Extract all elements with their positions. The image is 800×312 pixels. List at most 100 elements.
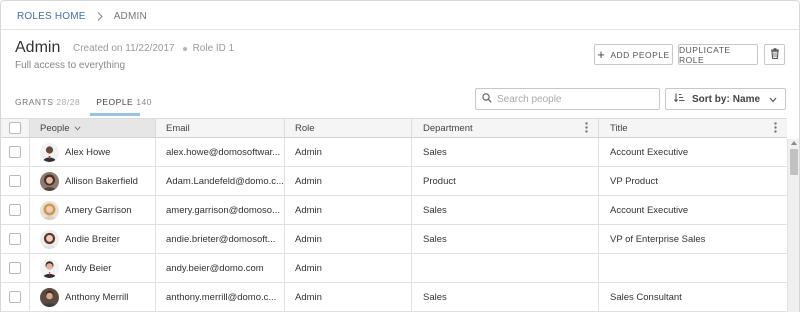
row-checkbox[interactable] <box>9 233 21 245</box>
chevron-right-icon <box>86 11 114 21</box>
role-cell: Admin <box>285 283 412 311</box>
avatar <box>40 200 59 220</box>
role-cell: Admin <box>285 167 412 195</box>
table-row[interactable]: Andie Breiter andie.brieter@domosoft... … <box>1 225 787 254</box>
sort-label: Sort by: <box>692 93 730 105</box>
scroll-up-icon[interactable] <box>791 141 797 145</box>
delete-role-button[interactable] <box>764 44 785 65</box>
active-tab-indicator <box>90 113 140 116</box>
page-title: Admin <box>15 39 61 56</box>
person-cell[interactable]: Amery Garrison <box>30 196 156 224</box>
column-menu-icon[interactable] <box>774 122 777 136</box>
duplicate-role-button[interactable]: DUPLICATE ROLE <box>678 44 758 65</box>
column-header-department[interactable]: Department <box>412 119 599 137</box>
sort-value: Name <box>732 93 761 105</box>
trash-icon <box>770 48 780 61</box>
tab-grants[interactable]: GRANTS 28/28 <box>15 97 80 107</box>
row-checkbox[interactable] <box>9 175 21 187</box>
table-row[interactable]: Andy Beier andy.beier@domo.com Admin <box>1 254 787 283</box>
role-cell: Admin <box>285 254 412 282</box>
table-row[interactable]: Alex Howe alex.howe@domosoftwar... Admin… <box>1 138 787 167</box>
tab-grants-label: GRANTS <box>15 97 54 107</box>
scrollbar-thumb[interactable] <box>790 149 798 175</box>
avatar <box>40 171 59 191</box>
row-checkbox[interactable] <box>9 262 21 274</box>
row-checkbox[interactable] <box>9 291 21 303</box>
row-select-cell <box>1 167 30 195</box>
department-cell: Sales <box>412 283 599 311</box>
person-cell[interactable]: Andy Beier <box>30 254 156 282</box>
email-cell: andy.beier@domo.com <box>156 254 285 282</box>
column-header-people-label: People <box>40 122 70 134</box>
add-people-label: ADD PEOPLE <box>610 49 670 60</box>
row-select-cell <box>1 138 30 166</box>
search-icon <box>482 90 492 108</box>
role-id: Role ID 1 <box>192 43 235 54</box>
department-cell: Product <box>412 167 599 195</box>
column-header-title[interactable]: Title <box>599 119 787 137</box>
column-header-email[interactable]: Email <box>156 119 285 137</box>
person-name: Andy Beier <box>65 262 112 274</box>
column-header-department-label: Department <box>423 122 473 134</box>
select-all-checkbox[interactable] <box>9 122 21 134</box>
title-cell: Account Executive <box>610 204 689 216</box>
avatar <box>40 287 59 307</box>
tab-people[interactable]: PEOPLE 140 <box>96 97 152 107</box>
email-cell: alex.howe@domosoftwar... <box>156 138 285 166</box>
person-name: Anthony Merrill <box>65 291 129 303</box>
email-cell: Adam.Landefeld@domo.c... <box>156 167 285 195</box>
role-cell: Admin <box>285 196 412 224</box>
add-people-button[interactable]: + ADD PEOPLE <box>594 44 673 65</box>
title-cell: Sales Consultant <box>610 291 682 303</box>
tab-bar: GRANTS 28/28 PEOPLE 140 <box>15 97 168 107</box>
email-cell: anthony.merrill@domo.c... <box>156 283 285 311</box>
avatar <box>40 229 59 249</box>
sort-dropdown[interactable]: Sort by: Name <box>665 88 786 110</box>
role-meta: Created on 11/22/2017 Role ID 1 <box>73 43 234 54</box>
vertical-scrollbar[interactable] <box>787 139 799 312</box>
role-detail-panel: ROLES HOME ADMIN Admin Created on 11/22/… <box>0 0 800 312</box>
row-checkbox[interactable] <box>9 204 21 216</box>
search-box[interactable] <box>475 88 660 110</box>
title-cell: VP of Enterprise Sales <box>610 233 706 245</box>
row-select-cell <box>1 225 30 253</box>
meta-separator-dot <box>182 46 187 51</box>
role-description: Full access to everything <box>15 60 126 71</box>
person-cell[interactable]: Anthony Merrill <box>30 283 156 311</box>
table-row[interactable]: Anthony Merrill anthony.merrill@domo.c..… <box>1 283 787 312</box>
person-name: Allison Bakerfield <box>65 175 138 187</box>
email-cell: andie.brieter@domosoft... <box>156 225 285 253</box>
department-cell <box>412 254 599 282</box>
tab-people-count: 140 <box>136 97 152 107</box>
created-date: Created on 11/22/2017 <box>73 43 175 54</box>
column-menu-icon[interactable] <box>585 122 588 136</box>
email-cell: amery.garrison@domoso... <box>156 196 285 224</box>
table-row[interactable]: Amery Garrison amery.garrison@domoso... … <box>1 196 787 225</box>
row-select-cell <box>1 196 30 224</box>
title-cell: Account Executive <box>610 146 689 158</box>
chevron-down-icon <box>769 95 777 106</box>
title-cell <box>599 254 787 282</box>
table-header: People Email Role Department Title <box>1 118 787 138</box>
person-cell[interactable]: Alex Howe <box>30 138 156 166</box>
breadcrumb-roles-home-link[interactable]: ROLES HOME <box>17 11 86 22</box>
breadcrumb: ROLES HOME ADMIN <box>17 10 147 22</box>
person-name: Andie Breiter <box>65 233 120 245</box>
sort-chevron-down-icon <box>74 123 81 134</box>
avatar <box>40 258 59 278</box>
row-select-cell <box>1 283 30 311</box>
people-table: People Email Role Department Title Alex … <box>1 118 787 312</box>
breadcrumb-divider <box>1 29 799 30</box>
person-cell[interactable]: Allison Bakerfield <box>30 167 156 195</box>
row-checkbox[interactable] <box>9 146 21 158</box>
person-name: Amery Garrison <box>65 204 132 216</box>
column-header-people[interactable]: People <box>30 119 156 137</box>
breadcrumb-current: ADMIN <box>113 10 147 22</box>
search-input[interactable] <box>497 93 652 105</box>
department-cell: Sales <box>412 196 599 224</box>
column-header-role[interactable]: Role <box>285 119 412 137</box>
table-row[interactable]: Allison Bakerfield Adam.Landefeld@domo.c… <box>1 167 787 196</box>
sort-icon <box>673 93 685 105</box>
person-cell[interactable]: Andie Breiter <box>30 225 156 253</box>
avatar <box>40 142 59 162</box>
